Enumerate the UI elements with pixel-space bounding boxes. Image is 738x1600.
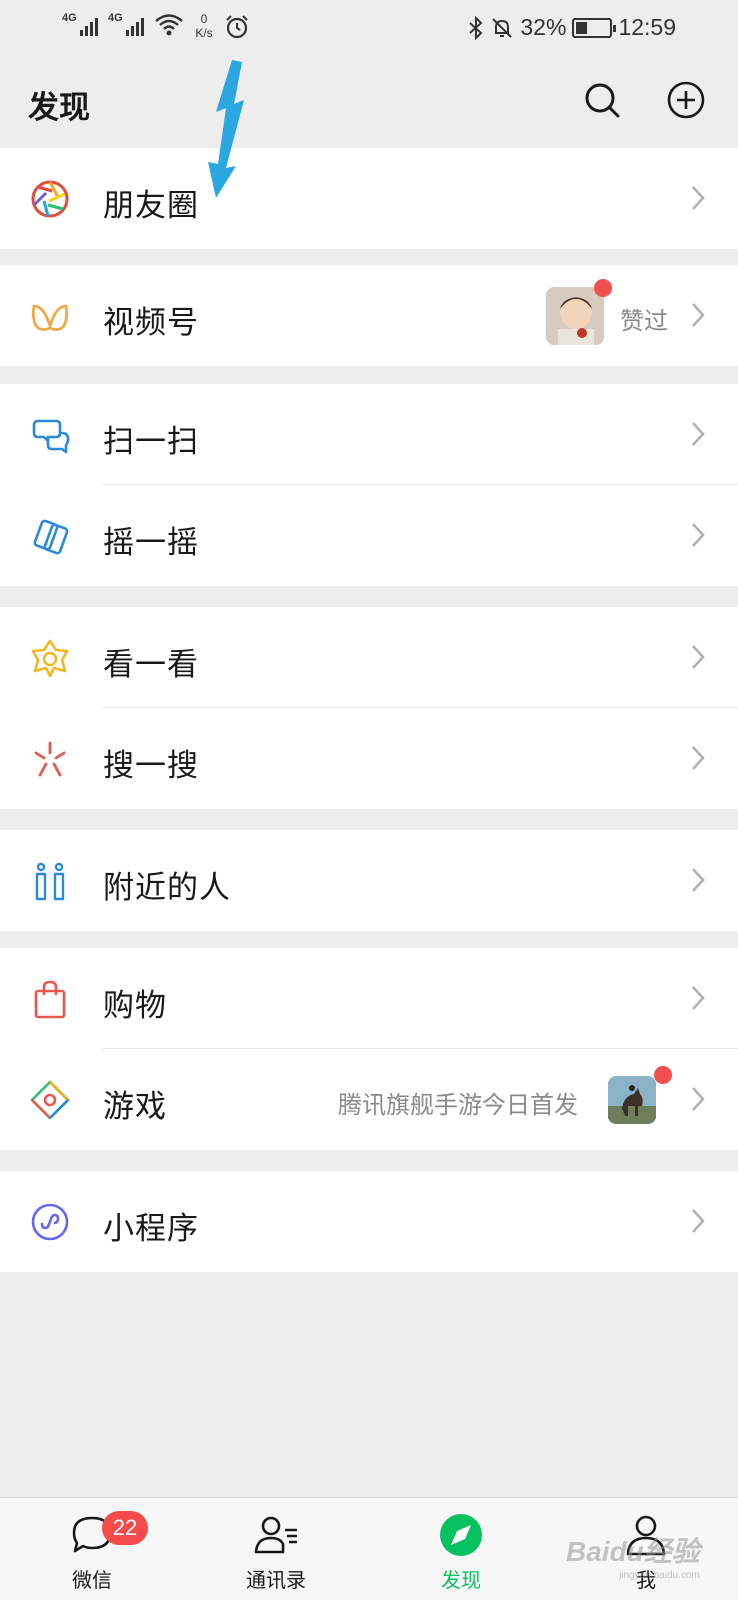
menu-item-top-stories[interactable]: 看一看 xyxy=(0,607,738,708)
wifi-icon xyxy=(155,14,183,36)
unread-badge: 22 xyxy=(102,1511,148,1545)
menu-item-moments[interactable]: 朋友圈 xyxy=(0,148,738,249)
menu-item-label: 扫一扫 xyxy=(103,424,199,460)
menu-group-shopping-games: 购物 游戏 腾讯旗舰手游今日首发 xyxy=(0,948,738,1150)
menu-item-search[interactable]: 搜一搜 xyxy=(0,708,738,809)
menu-item-label: 看一看 xyxy=(103,647,199,683)
new-dot-badge xyxy=(594,279,612,297)
menu-item-mini-programs[interactable]: 小程序 xyxy=(0,1171,738,1272)
header: 发现 xyxy=(0,56,738,148)
tab-label: 微信 xyxy=(72,1568,112,1592)
menu-item-games[interactable]: 游戏 腾讯旗舰手游今日首发 xyxy=(0,1049,738,1150)
chevron-right-icon xyxy=(692,868,705,892)
shopping-bag-icon xyxy=(34,980,66,1019)
clock: 12:59 xyxy=(618,14,676,40)
tab-discover[interactable]: 发现 xyxy=(401,1498,521,1600)
compass-icon xyxy=(440,1514,482,1556)
plus-circle-icon[interactable] xyxy=(666,80,706,120)
network-speed: 0 K/s xyxy=(195,12,213,40)
scan-icon xyxy=(32,419,70,454)
menu-item-label: 搜一搜 xyxy=(103,748,199,784)
menu-item-label: 视频号 xyxy=(103,305,199,341)
menu-group-scan-shake: 扫一扫 摇一摇 xyxy=(0,384,738,586)
sparkle-icon xyxy=(34,741,66,777)
menu-item-shopping[interactable]: 购物 xyxy=(0,948,738,1049)
chevron-right-icon xyxy=(692,1209,705,1233)
diamond-icon xyxy=(30,1080,70,1120)
channel-thumbnail xyxy=(546,287,604,345)
mute-bell-icon xyxy=(492,17,513,38)
butterfly-icon xyxy=(31,304,69,331)
menu-group-mini-programs: 小程序 xyxy=(0,1171,738,1272)
mini-program-icon xyxy=(31,1203,69,1241)
menu-item-label: 摇一摇 xyxy=(103,525,199,561)
status-bar: 4G 4G 0 K/s 32% 12:59 xyxy=(0,0,738,56)
chevron-right-icon xyxy=(692,422,705,446)
cellular-signal-icon: 4G xyxy=(62,12,102,38)
battery-icon xyxy=(572,17,617,38)
chevron-right-icon xyxy=(692,645,705,669)
menu-item-label: 购物 xyxy=(103,988,167,1024)
bluetooth-icon xyxy=(469,15,483,40)
tab-label: 发现 xyxy=(441,1568,481,1592)
people-icon xyxy=(35,862,65,901)
menu-item-label: 游戏 xyxy=(103,1089,167,1125)
menu-group-stories-search: 看一看 搜一搜 xyxy=(0,607,738,809)
tab-label: 通讯录 xyxy=(246,1568,306,1592)
battery-percent: 32% xyxy=(520,14,567,40)
aperture-icon xyxy=(31,180,69,218)
chevron-right-icon xyxy=(692,523,705,547)
menu-group-nearby: 附近的人 xyxy=(0,830,738,931)
menu-item-label: 附近的人 xyxy=(103,870,231,906)
alarm-icon xyxy=(226,15,248,39)
new-dot-badge xyxy=(654,1066,672,1084)
cellular-signal-icon-2: 4G xyxy=(108,12,148,38)
menu-group-moments: 朋友圈 xyxy=(0,148,738,249)
menu-item-scan[interactable]: 扫一扫 xyxy=(0,384,738,485)
chevron-right-icon xyxy=(692,303,705,327)
games-subtitle: 腾讯旗舰手游今日首发 xyxy=(338,1091,578,1119)
annotation-arrow xyxy=(208,60,244,198)
shake-icon xyxy=(33,519,69,555)
menu-group-channels: 视频号 赞过 xyxy=(0,265,738,366)
chevron-right-icon xyxy=(692,186,705,210)
menu-item-label: 小程序 xyxy=(103,1211,199,1247)
page-title: 发现 xyxy=(28,90,90,126)
tab-contacts[interactable]: 通讯录 xyxy=(216,1498,336,1600)
menu-item-nearby[interactable]: 附近的人 xyxy=(0,830,738,931)
contacts-icon xyxy=(254,1516,297,1554)
watermark: Baidu经验 jingyan.baidu.com xyxy=(566,1536,700,1581)
menu-item-label: 朋友圈 xyxy=(103,188,199,224)
chevron-right-icon xyxy=(692,1087,705,1111)
chevron-right-icon xyxy=(692,986,705,1010)
game-thumbnail xyxy=(608,1076,656,1124)
search-icon[interactable] xyxy=(582,80,622,120)
channels-subtitle: 赞过 xyxy=(620,307,668,335)
star-flower-icon xyxy=(31,639,69,678)
chevron-right-icon xyxy=(692,746,705,770)
menu-item-channels[interactable]: 视频号 赞过 xyxy=(0,265,738,366)
menu-item-shake[interactable]: 摇一摇 xyxy=(0,485,738,586)
